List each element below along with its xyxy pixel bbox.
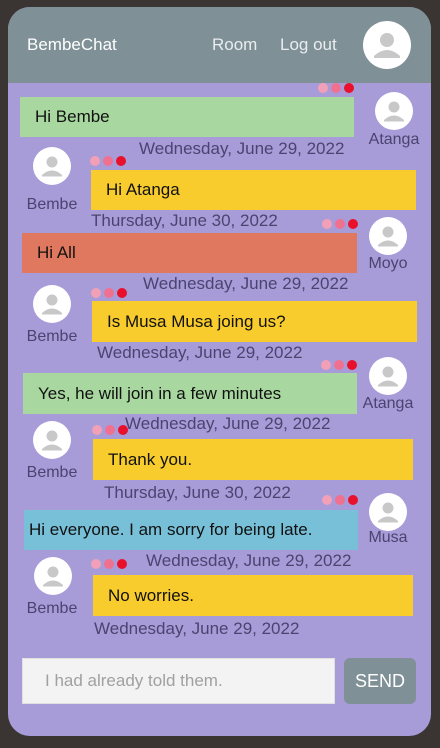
status-dots-icon	[318, 83, 358, 94]
sender-avatar-icon	[369, 493, 407, 531]
status-dots-icon	[322, 219, 362, 230]
status-dots-icon	[90, 156, 130, 167]
logout-link[interactable]: Log out	[280, 35, 337, 55]
message-text: Thank you.	[108, 449, 193, 469]
status-dots-icon	[92, 425, 132, 436]
user-avatar-icon[interactable]	[363, 21, 411, 69]
chat-window: BembeChat Room Log out Hi Bembe Wednesda…	[8, 7, 431, 736]
sender-name: Bembe	[26, 328, 78, 345]
status-dots-icon	[322, 495, 362, 506]
message-row: Hi All Wednesday, June 29, 2022 Moyo	[8, 213, 431, 293]
sender-name: Bembe	[26, 196, 78, 213]
sender-avatar-icon	[369, 357, 407, 395]
message-input-box	[22, 658, 335, 704]
sender-name: Atanga	[362, 395, 414, 412]
app-header: BembeChat Room Log out	[8, 7, 431, 83]
message-bubble: Hi everyone. I am sorry for being late.	[24, 510, 358, 550]
sender-avatar-icon	[33, 285, 71, 323]
message-bubble: Thank you.	[93, 439, 413, 480]
message-input[interactable]	[23, 659, 334, 703]
send-button[interactable]: SEND	[344, 658, 416, 704]
message-text: Hi Bembe	[35, 107, 110, 126]
sender-avatar-icon	[34, 557, 72, 595]
message-bubble: Hi All	[22, 233, 357, 273]
sender-name: Bembe	[26, 464, 78, 481]
sender-name: Musa	[368, 529, 408, 546]
message-bubble: Yes, he will join in a few minutes	[23, 373, 357, 414]
sender-avatar-icon	[369, 217, 407, 255]
status-dots-icon	[91, 288, 131, 299]
message-row: Hi Bembe Wednesday, June 29, 2022 Atanga	[8, 83, 431, 158]
app-brand[interactable]: BembeChat	[27, 35, 117, 55]
message-text: Is Musa Musa joing us?	[107, 311, 286, 331]
message-text: No worries.	[108, 585, 194, 605]
room-link[interactable]: Room	[212, 35, 257, 55]
sender-name: Bembe	[26, 600, 78, 617]
message-row: Hi everyone. I am sorry for being late. …	[8, 487, 431, 570]
message-date: Wednesday, June 29, 2022	[94, 619, 300, 638]
message-bubble: Hi Bembe	[20, 97, 354, 137]
message-text: Hi All	[37, 243, 76, 262]
sender-avatar-icon	[33, 421, 71, 459]
sender-name: Moyo	[368, 255, 408, 272]
message-bubble: Hi Atanga	[91, 170, 416, 210]
sender-avatar-icon	[375, 92, 413, 130]
message-row: Bembe No worries. Wednesday, June 29, 20…	[8, 557, 431, 647]
message-bubble: No worries.	[93, 575, 413, 616]
status-dots-icon	[91, 559, 131, 570]
status-dots-icon	[321, 360, 361, 371]
message-text: Hi Atanga	[106, 180, 180, 199]
sender-avatar-icon	[33, 147, 71, 185]
message-text: Hi everyone. I am sorry for being late.	[29, 520, 313, 539]
message-text: Yes, he will join in a few minutes	[38, 383, 282, 403]
message-bubble: Is Musa Musa joing us?	[92, 301, 417, 342]
